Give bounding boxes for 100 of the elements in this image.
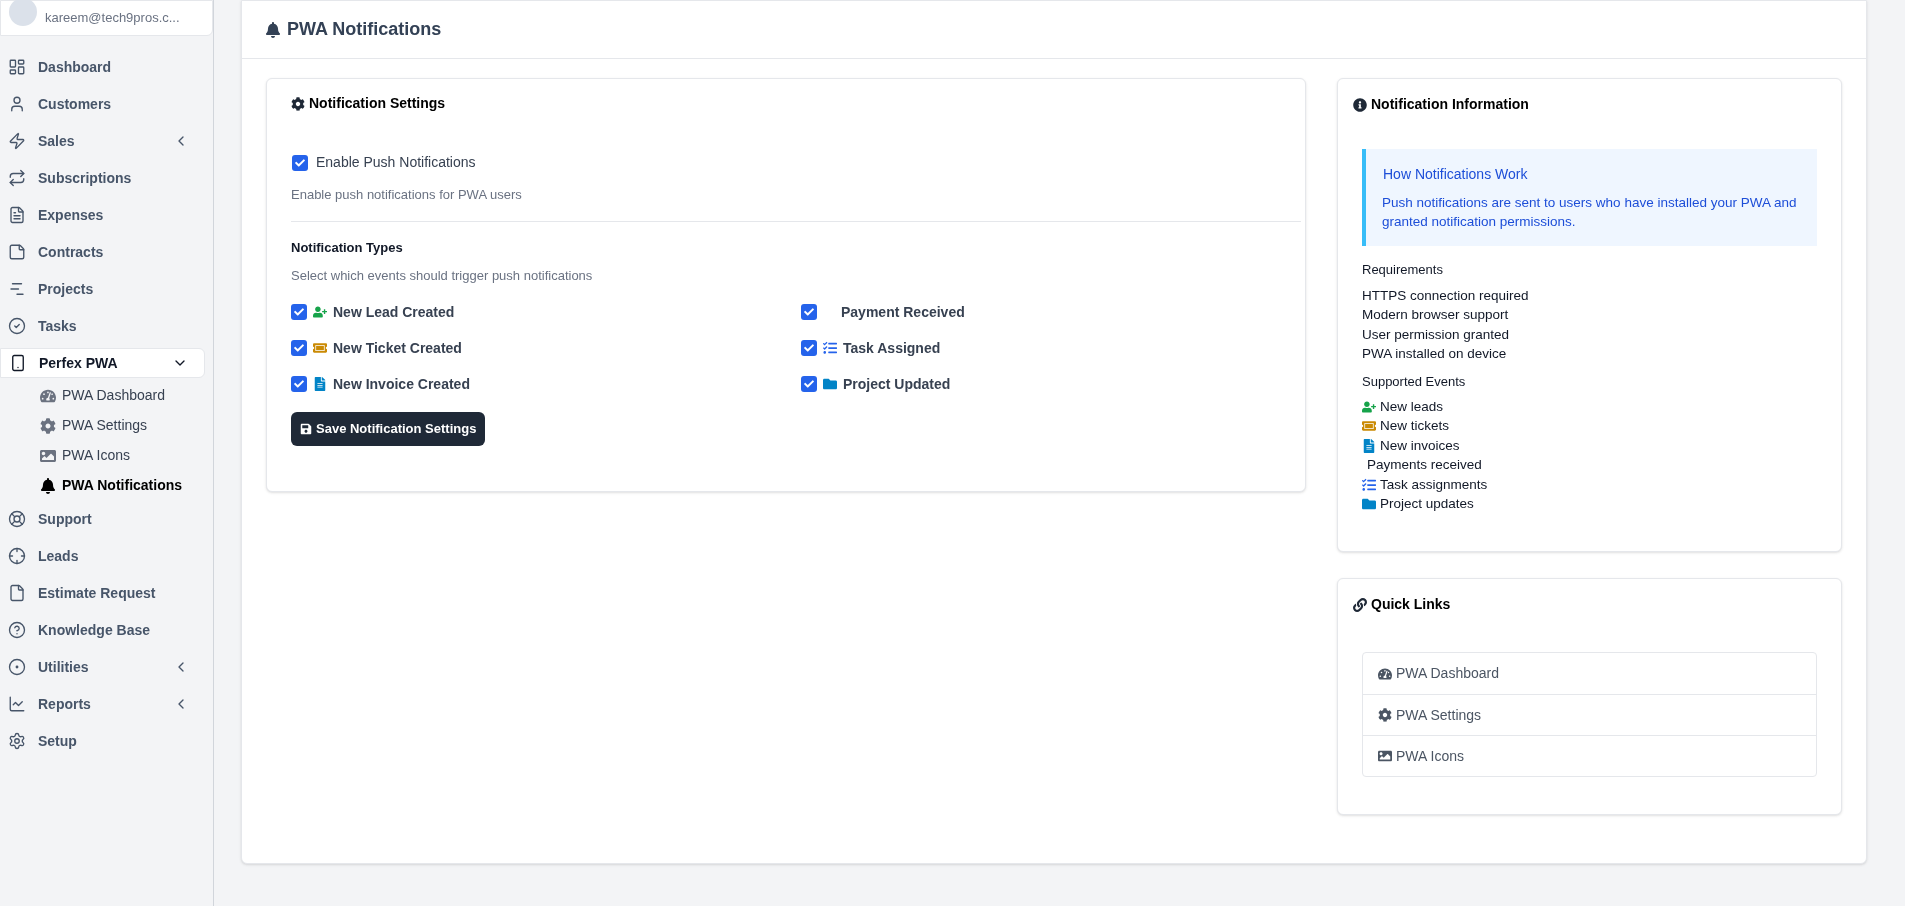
ticket-icon bbox=[313, 341, 327, 355]
note-icon bbox=[8, 243, 26, 261]
person-icon bbox=[8, 95, 26, 113]
help-text: Select which events should trigger push notifications bbox=[291, 267, 594, 285]
checkmark-icon bbox=[294, 379, 304, 389]
save-button[interactable]: Save Notification Settings bbox=[291, 411, 486, 446]
check-circle-icon bbox=[8, 317, 26, 335]
sidebar-item[interactable]: Expenses bbox=[0, 200, 205, 230]
sidebar-item[interactable]: Tasks bbox=[0, 311, 205, 341]
user-plus-icon bbox=[1362, 399, 1376, 414]
alert-text: Push notifications are sent to users who have installed your PWA and granted notification permissions. bbox=[1382, 194, 1798, 231]
sidebar-item[interactable]: Subscriptions bbox=[0, 163, 205, 193]
checkmark-icon bbox=[295, 157, 305, 168]
checkbox-label: Payment Received bbox=[841, 302, 965, 322]
checkmark-icon bbox=[804, 379, 814, 389]
avatar bbox=[9, 0, 37, 26]
folder-icon bbox=[1362, 497, 1376, 512]
document-icon bbox=[313, 377, 327, 391]
sidebar-item[interactable]: Reports bbox=[0, 689, 205, 719]
repeat-icon bbox=[8, 169, 26, 187]
section-title: Supported Events bbox=[1362, 372, 1467, 391]
checkbox-label: New Invoice Created bbox=[333, 374, 470, 394]
question-icon bbox=[8, 621, 26, 639]
user-plus-icon bbox=[313, 305, 327, 319]
phone-icon bbox=[9, 354, 27, 372]
submenu-item[interactable]: PWA Dashboard bbox=[40, 384, 205, 407]
sidebar-item[interactable]: Customers bbox=[0, 89, 205, 119]
checkbox[interactable] bbox=[801, 376, 817, 392]
requirement-text: Modern browser support bbox=[1362, 306, 1510, 324]
event-text: Task assignments bbox=[1380, 475, 1488, 494]
sidebar-item[interactable]: Estimate Request bbox=[0, 578, 205, 608]
checkbox[interactable] bbox=[291, 304, 307, 320]
checkbox[interactable] bbox=[292, 154, 308, 171]
quick-link[interactable]: PWA Settings bbox=[1363, 694, 1816, 735]
link-icon bbox=[1353, 597, 1367, 612]
dot-circle-icon bbox=[8, 658, 26, 676]
checkbox-label: New Lead Created bbox=[333, 302, 455, 322]
event-text: New leads bbox=[1380, 397, 1444, 416]
requirement-text: HTTPS connection required bbox=[1362, 286, 1530, 305]
quick-link[interactable]: PWA Icons bbox=[1363, 735, 1816, 776]
task-list-icon bbox=[1362, 477, 1376, 492]
card-title: Notification Settings bbox=[309, 94, 446, 113]
settings-icon bbox=[291, 96, 305, 111]
image-icon bbox=[40, 447, 56, 464]
section-title: Requirements bbox=[1362, 261, 1444, 279]
sidebar-item[interactable]: Sales bbox=[0, 126, 205, 156]
checkmark-icon bbox=[804, 343, 814, 353]
info-icon bbox=[1353, 97, 1367, 112]
alert-title: How Notifications Work bbox=[1382, 165, 1529, 184]
sidebar-item[interactable]: Setup bbox=[0, 726, 205, 756]
file-icon bbox=[8, 584, 26, 602]
checkbox[interactable] bbox=[801, 304, 817, 320]
event-text: Project updates bbox=[1380, 495, 1474, 514]
gauge-icon bbox=[40, 387, 56, 404]
crosshair-icon bbox=[8, 547, 26, 565]
save-icon bbox=[300, 422, 312, 435]
chart-icon bbox=[8, 280, 26, 298]
checkbox[interactable] bbox=[801, 340, 817, 356]
requirement-text: User permission granted bbox=[1362, 325, 1511, 344]
checkbox-label: Enable Push Notifications bbox=[316, 153, 476, 172]
checkbox[interactable] bbox=[291, 340, 307, 356]
checkmark-icon bbox=[294, 343, 304, 353]
submenu-item[interactable]: PWA Notifications bbox=[40, 474, 205, 497]
document-icon bbox=[8, 206, 26, 224]
task-list-icon bbox=[823, 341, 837, 355]
sidebar-item[interactable]: Leads bbox=[0, 541, 205, 571]
checkbox[interactable] bbox=[291, 376, 307, 392]
submenu-item[interactable]: PWA Icons bbox=[40, 444, 205, 467]
bell-icon bbox=[40, 477, 56, 494]
settings-icon bbox=[8, 732, 26, 750]
checkbox-label: New Ticket Created bbox=[333, 338, 462, 358]
submenu-item[interactable]: PWA Settings bbox=[40, 414, 205, 437]
lifebuoy-icon bbox=[8, 510, 26, 528]
user-email: kareem@tech9pros.c... bbox=[45, 9, 180, 28]
quick-link[interactable]: PWA Dashboard bbox=[1363, 653, 1816, 694]
requirement-text: PWA installed on device bbox=[1362, 345, 1508, 363]
sidebar-item[interactable]: Utilities bbox=[0, 652, 205, 682]
sidebar-item[interactable]: Contracts bbox=[0, 237, 205, 267]
card-title: Quick Links bbox=[1371, 595, 1451, 614]
page-title: PWA Notifications bbox=[287, 18, 442, 41]
gauge-icon bbox=[1378, 666, 1392, 681]
checkmark-icon bbox=[804, 307, 814, 317]
user-card[interactable]: kareem@tech9pros.c... bbox=[0, 0, 213, 36]
sidebar-item[interactable]: Support bbox=[0, 504, 205, 534]
settings-icon bbox=[1378, 708, 1392, 722]
sidebar-item[interactable]: Dashboard bbox=[0, 52, 205, 82]
checkbox-label: Task Assigned bbox=[843, 338, 941, 358]
card-title: Notification Information bbox=[1371, 95, 1529, 114]
lightning-icon bbox=[8, 132, 26, 150]
settings-icon bbox=[40, 417, 56, 434]
checkbox-label: Project Updated bbox=[843, 374, 951, 394]
sidebar-item[interactable]: Perfex PWA bbox=[0, 348, 205, 378]
dashboard-icon bbox=[8, 58, 26, 76]
image-icon bbox=[1378, 749, 1392, 763]
section-title: Notification Types bbox=[291, 238, 404, 257]
sidebar-item[interactable]: Projects bbox=[0, 274, 205, 304]
document-icon bbox=[1362, 438, 1376, 453]
event-text: Payments received bbox=[1367, 456, 1482, 475]
help-text: Enable push notifications for PWA users bbox=[291, 186, 523, 204]
sidebar-item[interactable]: Knowledge Base bbox=[0, 615, 205, 645]
